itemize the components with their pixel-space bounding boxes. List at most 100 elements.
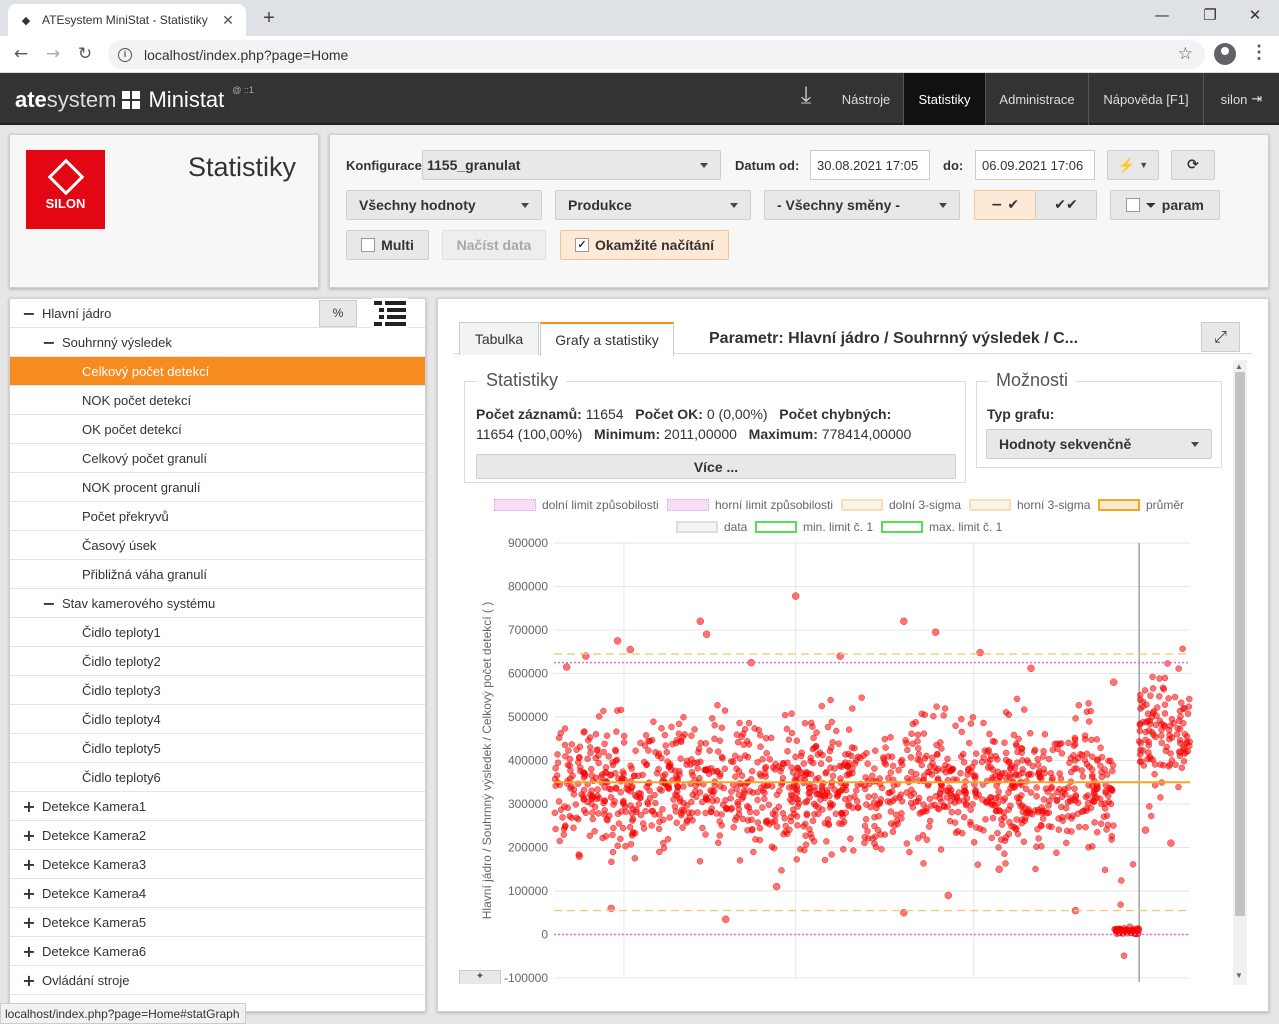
legend-item[interactable]: průměr xyxy=(1098,498,1184,512)
tree-item[interactable]: + Detekce Kamera4 xyxy=(10,879,425,908)
expand-plus-icon[interactable]: + xyxy=(22,913,36,932)
data-point xyxy=(1171,693,1179,701)
list-view-icon[interactable] xyxy=(372,298,408,328)
percent-button[interactable]: % xyxy=(319,300,357,327)
param-filter-button[interactable]: ⏷ param xyxy=(1110,190,1220,220)
graph-type-select[interactable]: Hodnoty sekvenčně xyxy=(986,429,1212,459)
legend-item[interactable]: dolní limit způsobilosti xyxy=(494,498,659,512)
double-check-toggle[interactable]: ✔✔ xyxy=(1035,190,1097,220)
instant-load-checkbox[interactable]: ✓ xyxy=(574,238,589,252)
tree-item[interactable]: OK počet detekcí xyxy=(10,415,425,444)
legend-item[interactable]: max. limit č. 1 xyxy=(881,520,1002,534)
more-button[interactable]: Více ... xyxy=(476,454,956,479)
minimize-icon[interactable]: — xyxy=(1152,6,1172,24)
tree-item[interactable]: + Ovládání stroje xyxy=(10,966,425,995)
tree-item[interactable]: Celkový počet granulí xyxy=(10,444,425,473)
config-select[interactable]: 1155_granulat xyxy=(422,150,721,180)
back-icon[interactable]: ← xyxy=(10,44,32,64)
expand-button[interactable]: ⤢ xyxy=(1201,322,1240,352)
scroll-up-icon[interactable]: ▲ xyxy=(1235,362,1243,371)
tree-item[interactable]: + Detekce Kamera6 xyxy=(10,937,425,966)
tree-item[interactable]: Celkový počet detekcí xyxy=(10,357,425,386)
tree-item[interactable]: Počet překryvů xyxy=(10,502,425,531)
instant-load-toggle[interactable]: ✓ Okamžité načítání xyxy=(560,230,729,260)
nav-administration[interactable]: Administrace xyxy=(985,73,1088,125)
tree-item[interactable]: Čidlo teploty5 xyxy=(10,734,425,763)
legend-item[interactable]: data xyxy=(676,520,747,534)
load-data-button[interactable]: Načíst data xyxy=(442,230,546,260)
tree-item[interactable]: Přibližná váha granulí xyxy=(10,560,425,589)
param-checkbox[interactable] xyxy=(1126,198,1141,212)
multi-checkbox[interactable] xyxy=(361,238,376,252)
info-icon[interactable]: i xyxy=(118,47,132,62)
tree-item[interactable]: − Hlavní jádro xyxy=(10,299,425,328)
expand-plus-icon[interactable]: + xyxy=(22,797,36,816)
expand-plus-icon[interactable]: + xyxy=(22,884,36,903)
data-point xyxy=(963,800,970,808)
production-select[interactable]: Produkce xyxy=(555,190,751,220)
collapse-minus-icon[interactable]: − xyxy=(42,333,56,352)
legend-item[interactable]: horní 3-sigma xyxy=(969,498,1090,512)
tab-table[interactable]: Tabulka xyxy=(459,322,539,355)
reload-icon[interactable]: ↻ xyxy=(74,44,96,64)
values-select[interactable]: Všechny hodnoty xyxy=(346,190,542,220)
collapse-minus-icon[interactable]: − xyxy=(42,594,56,613)
legend-item[interactable]: min. limit č. 1 xyxy=(755,520,873,534)
profile-avatar-icon[interactable] xyxy=(1214,43,1236,65)
close-tab-icon[interactable]: ✕ xyxy=(220,12,236,29)
expand-plus-icon[interactable]: + xyxy=(22,942,36,961)
download-icon[interactable]: ⤓ xyxy=(789,81,823,111)
data-point xyxy=(1020,838,1028,845)
tree-item[interactable]: Čidlo teploty2 xyxy=(10,647,425,676)
nav-statistics[interactable]: Statistiky xyxy=(903,73,985,125)
legend-item[interactable]: dolní 3-sigma xyxy=(841,498,961,512)
shifts-select[interactable]: - Všechny směny - xyxy=(764,190,960,220)
data-point xyxy=(1098,753,1106,761)
quick-range-button[interactable]: ⚡ ▼ xyxy=(1107,150,1159,180)
tree-item[interactable]: + Detekce Kamera1 xyxy=(10,792,425,821)
multi-button[interactable]: Multi xyxy=(346,230,429,260)
tree-item[interactable]: − Souhrnný výsledek xyxy=(10,328,425,357)
tree-item[interactable]: Čidlo teploty1 xyxy=(10,618,425,647)
bookmark-star-icon[interactable]: ☆ xyxy=(1178,44,1193,64)
data-point xyxy=(1062,804,1070,812)
data-point xyxy=(793,737,801,744)
tree-item[interactable]: Čidlo teploty6 xyxy=(10,763,425,792)
scrollbar-thumb[interactable] xyxy=(1235,372,1245,916)
data-point xyxy=(561,725,569,732)
collapse-minus-icon[interactable]: − xyxy=(22,304,36,323)
legend-item[interactable]: horní limit způsobilosti xyxy=(667,498,833,512)
nav-tools[interactable]: Nástroje xyxy=(830,73,902,125)
data-point xyxy=(1001,837,1009,844)
new-tab-icon[interactable]: + xyxy=(258,7,280,30)
browser-tab[interactable]: ◆ ATEsystem MiniStat - Statistiky ✕ xyxy=(8,4,246,36)
date-to-input[interactable]: 06.09.2021 17:06 xyxy=(975,150,1095,180)
refresh-button[interactable]: ⟳ xyxy=(1171,150,1215,180)
expand-plus-icon[interactable]: + xyxy=(22,971,36,990)
tab-graphs-statistics[interactable]: Grafy a statistiky xyxy=(540,322,674,356)
url-input[interactable]: i localhost/index.php?page=Home ☆ xyxy=(108,40,1205,69)
single-check-toggle[interactable]: − ✔ xyxy=(974,190,1036,220)
forward-icon[interactable]: → xyxy=(42,44,64,64)
tree-item[interactable]: Časový úsek xyxy=(10,531,425,560)
tree-item[interactable]: Čidlo teploty3 xyxy=(10,676,425,705)
tree-item[interactable]: NOK procent granulí xyxy=(10,473,425,502)
nav-help[interactable]: Nápověda [F1] xyxy=(1088,73,1203,125)
expand-plus-icon[interactable]: + xyxy=(22,826,36,845)
tree-item[interactable]: + Detekce Kamera2 xyxy=(10,821,425,850)
restore-icon[interactable]: ❐ xyxy=(1200,6,1220,24)
data-point xyxy=(784,748,791,755)
close-window-icon[interactable]: ✕ xyxy=(1245,6,1265,24)
tree-item[interactable]: + Detekce Kamera3 xyxy=(10,850,425,879)
nav-user-logout[interactable]: silon ⇥ xyxy=(1203,73,1279,125)
tree-item[interactable]: − Stav kamerového systému xyxy=(10,589,425,618)
scroll-down-icon[interactable]: ▼ xyxy=(1235,971,1243,980)
tree-item-label: Časový úsek xyxy=(82,537,157,553)
tree-item[interactable]: Čidlo teploty4 xyxy=(10,705,425,734)
tree-item[interactable]: + Detekce Kamera5 xyxy=(10,908,425,937)
chart-zoom-button[interactable]: ✦ xyxy=(459,970,501,984)
date-from-input[interactable]: 30.08.2021 17:05 xyxy=(810,150,930,180)
browser-menu-icon[interactable]: ⋮ xyxy=(1250,42,1268,63)
expand-plus-icon[interactable]: + xyxy=(22,855,36,874)
tree-item[interactable]: NOK počet detekcí xyxy=(10,386,425,415)
